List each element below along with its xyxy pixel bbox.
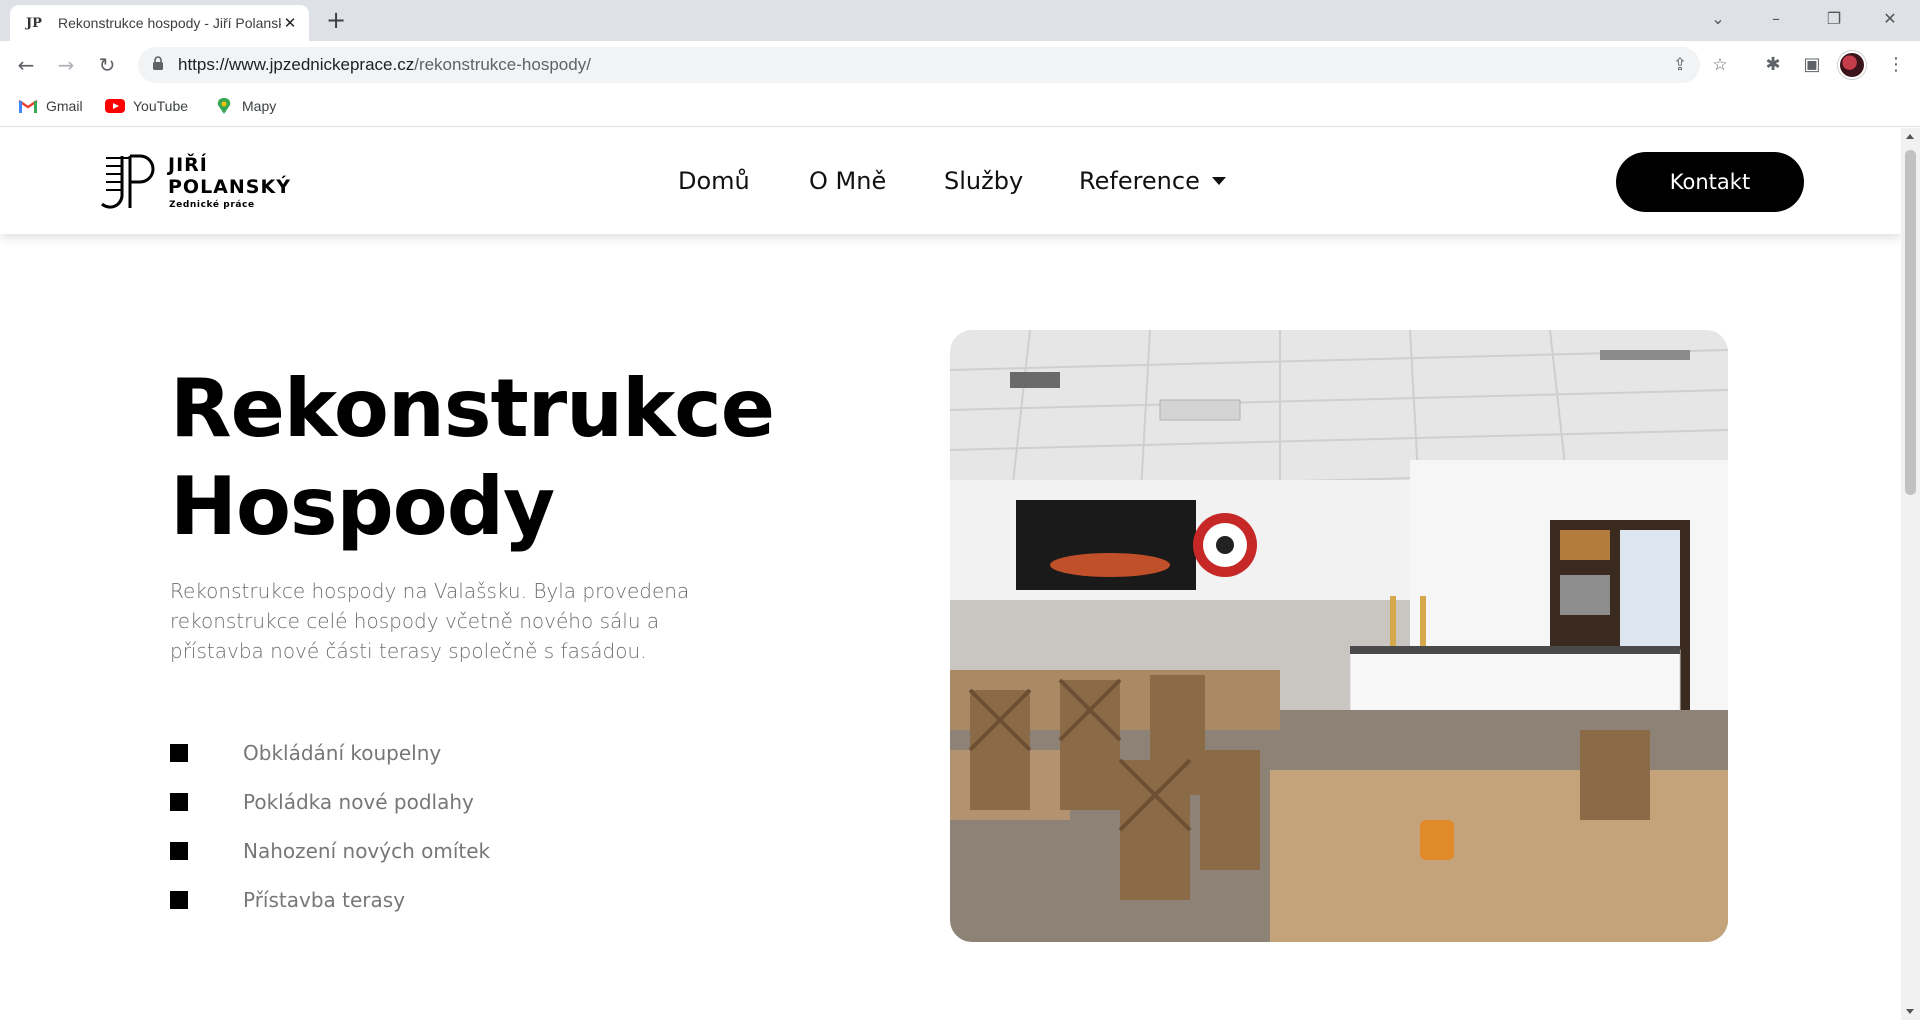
forward-button[interactable]: → [50,49,82,81]
tab-close-icon[interactable]: ✕ [281,14,299,32]
logo-name-first: JIŘÍ [168,154,208,176]
maps-pin-icon [217,98,231,114]
pub-interior-photo [950,330,1728,942]
nav-link-reference[interactable]: Reference [1079,167,1200,195]
bookmark-star-icon[interactable]: ☆ [1708,53,1732,77]
page-title-line-2: Hospody [170,460,555,553]
nav-item-o-mne[interactable]: O Mně [809,128,886,234]
square-bullet-icon [170,792,188,811]
bookmark-label: Gmail [46,98,83,114]
lock-icon[interactable] [152,56,164,70]
browser-toolbar: ← → ↻ https://www.jpzednickeprace.cz/rek… [0,41,1920,89]
tab-title: Rekonstrukce hospody - Jiří Polansk [58,15,281,31]
share-icon[interactable]: ⇪ [1668,53,1692,77]
feature-list: Obkládání koupelny Pokládka nové podlahy… [170,728,490,924]
site-favicon-icon: JP [26,15,42,31]
list-item: Nahození nových omítek [170,826,490,875]
url-path: /rekonstrukce-hospody/ [414,55,591,74]
close-window-button[interactable]: ✕ [1862,0,1918,41]
caret-down-icon[interactable] [1211,177,1226,185]
reload-button[interactable]: ↻ [91,49,123,81]
nav-item-sluzby[interactable]: Služby [944,128,1023,234]
logo-tagline: Zednické práce [169,200,255,210]
minimize-button[interactable]: – [1748,0,1804,41]
address-bar[interactable]: https://www.jpzednickeprace.cz/rekonstru… [138,47,1728,83]
feature-text: Obkládání koupelny [243,740,442,765]
nav-link-domu[interactable]: Domů [678,167,750,195]
hero-description: Rekonstrukce hospody na Valašsku. Byla p… [170,579,690,663]
list-item: Obkládání koupelny [170,728,490,777]
list-item: Přístavba terasy [170,875,490,924]
scrollbar-thumb[interactable] [1905,150,1916,495]
profile-avatar[interactable] [1838,51,1866,79]
page-scrollbar[interactable] [1901,128,1920,1020]
url-text[interactable]: https://www.jpzednickeprace.cz/rekonstru… [178,47,591,83]
nav-item-reference[interactable]: Reference [1079,128,1226,234]
pub-interior-image [950,330,1728,942]
extensions-puzzle-icon[interactable]: ✱ [1757,49,1789,81]
square-bullet-icon [170,890,188,909]
back-button[interactable]: ← [10,49,42,81]
new-tab-button[interactable]: + [322,6,350,34]
square-bullet-icon [170,743,188,762]
list-item: Pokládka nové podlahy [170,777,490,826]
bookmark-youtube[interactable]: YouTube [105,89,188,123]
browser-tab-active[interactable]: JP Rekonstrukce hospody - Jiří Polansk ✕ [10,5,309,41]
feature-text: Přístavba terasy [243,887,406,912]
bookmark-gmail[interactable]: Gmail [18,89,83,123]
bookmark-mapy[interactable]: Mapy [214,89,276,123]
gmail-icon [18,99,38,113]
jp-monogram-logo-icon [100,154,155,209]
youtube-icon [105,99,125,113]
nav-item-domu[interactable]: Domů [678,128,750,234]
scroll-up-arrow-icon[interactable] [1906,134,1914,139]
scroll-down-arrow-icon[interactable] [1906,1009,1914,1014]
nav-link-sluzby[interactable]: Služby [944,167,1023,195]
tab-search-chevron-icon[interactable]: ⌄ [1690,0,1746,41]
browser-tabstrip: JP Rekonstrukce hospody - Jiří Polansk ✕… [0,0,1920,41]
page-title: Rekonstrukce Hospody [170,360,870,556]
feature-text: Nahození nových omítek [243,838,491,863]
side-panel-icon[interactable]: ▣ [1796,49,1828,81]
url-domain: https://www.jpzednickeprace.cz [178,55,415,74]
feature-text: Pokládka nové podlahy [243,789,474,814]
restore-button[interactable]: ❐ [1806,0,1862,41]
bookmarks-bar: Gmail YouTube Mapy [0,89,1920,127]
logo-name-last: POLANSKÝ [168,176,291,198]
page-viewport: JIŘÍ POLANSKÝ Zednické práce Domů O Mně … [0,128,1901,1020]
menu-kebab-icon[interactable]: ⋮ [1880,49,1912,81]
site-logo[interactable]: JIŘÍ POLANSKÝ Zednické práce [100,152,330,212]
bookmark-label: YouTube [133,98,189,114]
page-title-line-1: Rekonstrukce [170,362,775,455]
site-header: JIŘÍ POLANSKÝ Zednické práce Domů O Mně … [0,128,1901,234]
kontakt-button[interactable]: Kontakt [1616,152,1804,212]
bookmark-label: Mapy [242,98,277,114]
square-bullet-icon [170,841,188,860]
nav-link-o-mne[interactable]: O Mně [809,167,886,195]
